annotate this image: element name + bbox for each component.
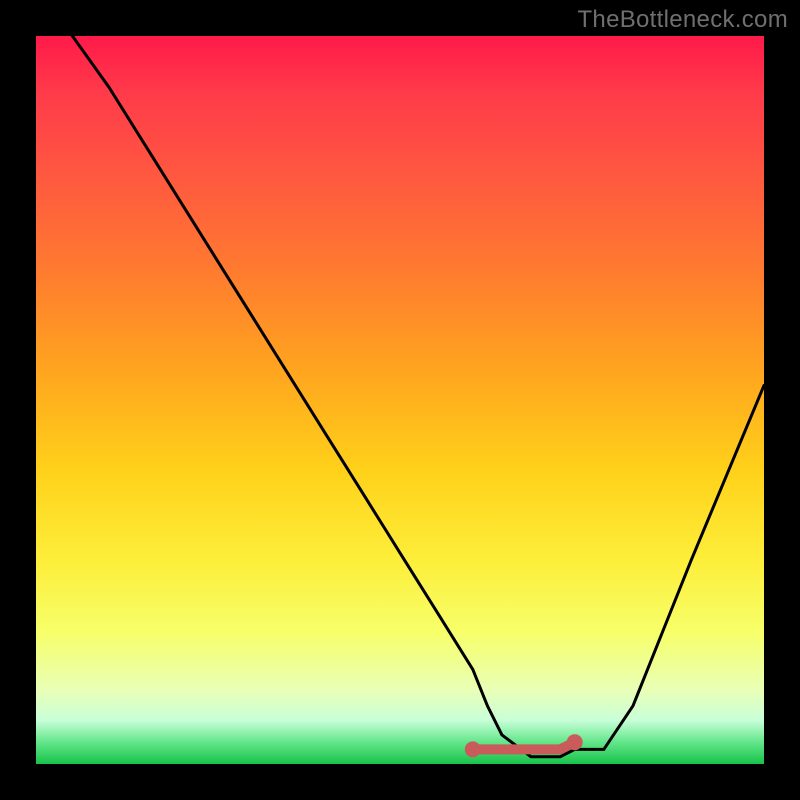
- watermark-text: TheBottleneck.com: [577, 6, 788, 34]
- plot-area: [36, 36, 764, 764]
- bottleneck-curve: [36, 36, 764, 764]
- chart-frame: TheBottleneck.com: [0, 0, 800, 800]
